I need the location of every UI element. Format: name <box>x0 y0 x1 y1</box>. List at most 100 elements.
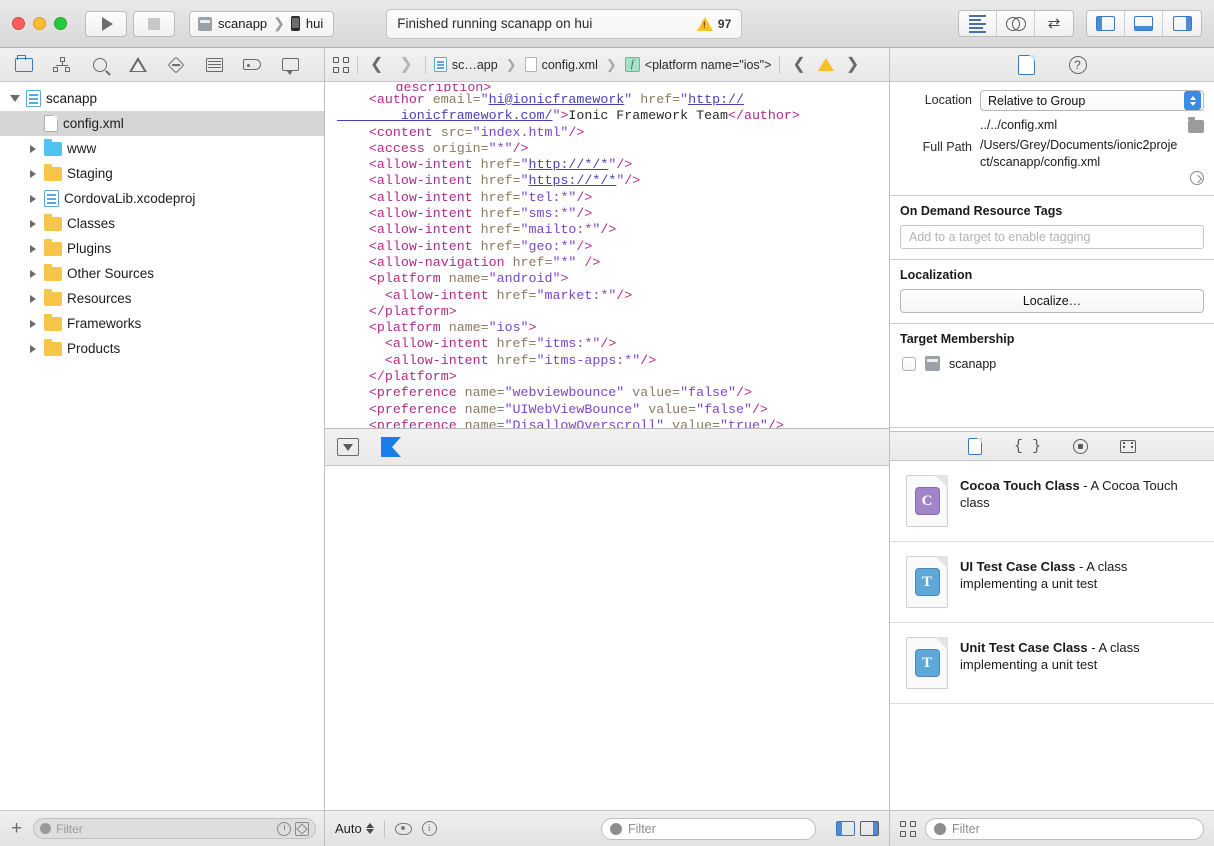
zoom-button[interactable] <box>54 17 67 30</box>
jump-bar: ❮ ❯ sc…app ❯ config.xml ❯ f <platform na… <box>325 48 889 82</box>
library-list-item[interactable]: T UI Test Case Class - A class implementi… <box>890 542 1214 623</box>
braces-icon[interactable]: { } <box>1014 439 1041 454</box>
sidebar-item-source-control-navigator[interactable] <box>50 54 74 76</box>
sidebar-item-report-navigator[interactable] <box>278 54 302 76</box>
file-template-library-tab[interactable] <box>967 437 982 455</box>
console-filter-input[interactable]: Filter <box>601 817 816 840</box>
run-button[interactable] <box>85 10 127 37</box>
assistant-editor-button[interactable] <box>997 11 1035 36</box>
code-line: <platform name="ios"> <box>337 320 537 336</box>
breadcrumb-file[interactable]: config.xml <box>524 57 598 72</box>
standard-editor-button[interactable] <box>959 11 997 36</box>
tree-item[interactable]: Products <box>0 336 324 361</box>
library-item-title: Cocoa Touch Class <box>960 478 1080 493</box>
file-inspector-tab[interactable] <box>1017 54 1035 75</box>
quick-help-inspector-tab[interactable]: ? <box>1068 55 1087 74</box>
localize-button[interactable]: Localize… <box>900 289 1204 313</box>
stop-button[interactable] <box>133 10 175 37</box>
warning-indicator[interactable]: 97 <box>696 16 731 31</box>
grid-view-icon[interactable] <box>900 820 916 837</box>
library-list[interactable]: C Cocoa Touch Class - A Cocoa Touch class… <box>890 461 1214 810</box>
disclosure-triangle-icon[interactable] <box>26 219 39 228</box>
stop-icon <box>148 17 160 30</box>
code-line: </platform> <box>337 303 457 319</box>
minimize-button[interactable] <box>33 17 46 30</box>
disclosure-triangle-icon[interactable] <box>26 194 39 203</box>
debug-console[interactable] <box>325 466 889 810</box>
warning-icon[interactable] <box>817 58 834 71</box>
navigator-filter-input[interactable]: Filter <box>33 818 316 839</box>
sidebar-item-breakpoint-navigator[interactable] <box>240 54 264 76</box>
inspector-content: Location Relative to Group ../../config.… <box>890 82 1214 431</box>
add-button[interactable]: + <box>8 819 25 838</box>
on-demand-tags-input[interactable]: Add to a target to enable tagging <box>900 225 1204 249</box>
show-variables-view-icon[interactable] <box>836 821 855 836</box>
disclosure-triangle-icon[interactable] <box>26 344 39 353</box>
source-editor[interactable]: description> <author email="hi@ionicfram… <box>325 82 889 428</box>
target-checkbox[interactable] <box>902 356 916 371</box>
sidebar-item-debug-navigator[interactable] <box>202 54 226 76</box>
library-list-item[interactable]: T Unit Test Case Class - A class implemen… <box>890 623 1214 704</box>
destination-name: hui <box>305 16 324 31</box>
recent-files-icon[interactable] <box>277 821 291 836</box>
breadcrumb-project[interactable]: sc…app <box>433 57 498 72</box>
reveal-in-finder-icon[interactable] <box>1190 171 1204 185</box>
disclosure-triangle-icon[interactable] <box>26 269 39 278</box>
debug-view-selector[interactable]: Auto <box>335 821 374 836</box>
show-console-view-icon[interactable] <box>860 821 879 836</box>
code-line: <allow-intent href="sms:*"/> <box>337 206 593 222</box>
tree-item[interactable]: Other Sources <box>0 261 324 286</box>
tree-item[interactable]: scanapp <box>0 86 324 111</box>
tree-item[interactable]: Plugins <box>0 236 324 261</box>
tree-item[interactable]: config.xml <box>0 111 324 136</box>
breadcrumb-symbol[interactable]: f <platform name="ios"> <box>624 57 771 72</box>
divider <box>357 55 358 74</box>
tree-item[interactable]: Frameworks <box>0 311 324 336</box>
go-back-button[interactable]: ❮ <box>366 56 387 73</box>
sidebar-item-project-navigator[interactable] <box>12 54 36 76</box>
tree-item[interactable]: Staging <box>0 161 324 186</box>
project-tree[interactable]: scanapp config.xml www Staging CordovaLib.xc… <box>0 82 324 810</box>
sidebar-item-find-navigator[interactable] <box>88 54 112 76</box>
tree-item[interactable]: CordovaLib.xcodeproj <box>0 186 324 211</box>
toggle-utilities-button[interactable] <box>1163 11 1201 36</box>
toggle-navigator-button[interactable] <box>1087 11 1125 36</box>
library-item-title: UI Test Case Class <box>960 559 1076 574</box>
related-items-icon[interactable] <box>333 56 349 73</box>
activity-status-bar[interactable]: Finished running scanapp on hui 97 <box>386 8 743 39</box>
tree-item-label: CordovaLib.xcodeproj <box>64 191 196 206</box>
disclosure-triangle-icon[interactable] <box>26 294 39 303</box>
eye-icon[interactable] <box>394 822 412 835</box>
close-button[interactable] <box>12 17 25 30</box>
relative-path-row: ../../config.xml <box>900 117 1204 133</box>
tree-item[interactable]: www <box>0 136 324 161</box>
disclosure-triangle-icon[interactable] <box>26 244 39 253</box>
tree-item[interactable]: Resources <box>0 286 324 311</box>
disclosure-triangle-icon[interactable] <box>8 95 21 102</box>
breakpoint-toggle-icon[interactable] <box>381 437 401 457</box>
tree-item[interactable]: Classes <box>0 211 324 236</box>
location-popup[interactable]: Relative to Group <box>980 90 1204 111</box>
choose-folder-icon[interactable] <box>1188 117 1204 133</box>
source-control-filter-icon[interactable] <box>295 821 309 836</box>
library-filter-input[interactable]: Filter <box>925 817 1204 840</box>
target-row[interactable]: scanapp <box>900 353 1204 371</box>
sidebar-item-issue-navigator[interactable] <box>126 54 150 76</box>
library-list-item[interactable]: C Cocoa Touch Class - A Cocoa Touch class <box>890 461 1214 542</box>
media-library-tab[interactable] <box>1120 439 1136 453</box>
object-library-tab[interactable] <box>1073 438 1088 454</box>
scheme-selector[interactable]: scanapp ❯ hui <box>189 10 335 37</box>
toggle-debug-area-button[interactable] <box>1125 11 1163 36</box>
disclosure-triangle-icon[interactable] <box>26 169 39 178</box>
info-icon[interactable]: i <box>421 821 437 836</box>
disclosure-triangle-icon[interactable] <box>26 144 39 153</box>
go-forward-button[interactable]: ❯ <box>395 56 416 73</box>
previous-issue-button[interactable]: ❮ <box>788 56 809 73</box>
folder-icon <box>15 54 33 72</box>
next-issue-button[interactable]: ❯ <box>842 56 863 73</box>
hide-debug-area-button[interactable] <box>337 438 359 456</box>
version-editor-button[interactable]: ⇄ <box>1035 11 1073 36</box>
disclosure-triangle-icon[interactable] <box>26 319 39 328</box>
sidebar-item-test-navigator[interactable] <box>164 54 188 76</box>
